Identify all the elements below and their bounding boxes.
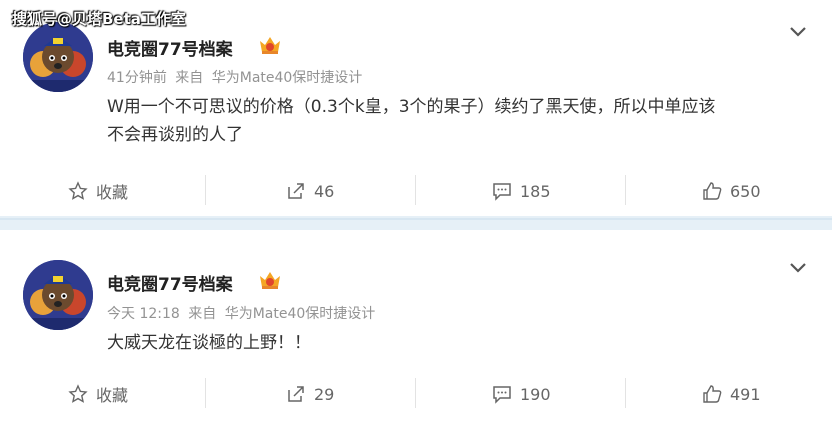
content-line: 大威天龙在谈極的上野！！ — [107, 333, 311, 353]
source-prefix: 来自 — [188, 306, 217, 322]
vip-crown-badge-icon[interactable] — [258, 270, 282, 290]
comment-count: 190 — [520, 384, 551, 404]
divider — [415, 175, 416, 205]
repost-count: 29 — [314, 384, 335, 404]
chevron-down-icon[interactable] — [788, 25, 808, 39]
repost-button[interactable]: 46 — [286, 171, 334, 211]
favorite-label: 收藏 — [96, 183, 129, 202]
divider — [205, 175, 206, 205]
favorite-button[interactable]: 收藏 — [68, 374, 128, 414]
post-source[interactable]: 华为Mate40保时捷设计 — [212, 70, 363, 86]
post-content: 大威天龙在谈極的上野！！ — [107, 329, 812, 357]
post-content: W用一个不可思议的价格（0.3个k皇，3个的果子）续约了黑天使，所以中单应该 不… — [107, 93, 812, 149]
like-count: 650 — [730, 181, 761, 201]
username[interactable]: 电竞圈77号档案 — [107, 270, 233, 295]
avatar[interactable] — [23, 22, 93, 92]
star-icon — [68, 384, 88, 403]
comment-icon — [493, 386, 511, 404]
divider — [205, 378, 206, 408]
like-count: 491 — [730, 384, 761, 404]
content-line: W用一个不可思议的价格（0.3个k皇，3个的果子）续约了黑天使，所以中单应该 — [107, 97, 716, 117]
post-time[interactable]: 41分钟前 — [107, 70, 167, 86]
divider — [625, 175, 626, 205]
post-divider — [0, 216, 832, 230]
like-button[interactable]: 650 — [702, 171, 761, 211]
post-source[interactable]: 华为Mate40保时捷设计 — [225, 306, 376, 322]
paw-patrol-avatar-icon — [23, 22, 93, 92]
vip-crown-badge-icon[interactable] — [258, 35, 282, 55]
action-bar: 收藏 46 185 650 — [0, 171, 832, 211]
avatar[interactable] — [23, 260, 93, 330]
divider — [415, 378, 416, 408]
action-bar: 收藏 29 190 491 — [0, 374, 832, 414]
username[interactable]: 电竞圈77号档案 — [107, 35, 233, 60]
post-meta: 今天 12:18 来自 华为Mate40保时捷设计 — [107, 303, 379, 323]
repost-count: 46 — [314, 181, 335, 201]
repost-button[interactable]: 29 — [286, 374, 334, 414]
paw-patrol-avatar-icon — [23, 260, 93, 330]
weibo-post: 电竞圈77号档案 41分钟前 来自 华为Mate40保时捷设计 W用一个不可思议… — [0, 0, 832, 216]
post-meta: 41分钟前 来自 华为Mate40保时捷设计 — [107, 67, 366, 87]
chevron-down-icon[interactable] — [788, 261, 808, 275]
share-icon — [288, 386, 304, 402]
favorite-button[interactable]: 收藏 — [68, 171, 128, 211]
comment-button[interactable]: 185 — [492, 171, 551, 211]
post-time[interactable]: 今天 12:18 — [107, 306, 180, 322]
comment-count: 185 — [520, 181, 551, 201]
content-line: 不会再谈别的人了 — [107, 125, 243, 145]
like-button[interactable]: 491 — [702, 374, 761, 414]
favorite-label: 收藏 — [96, 386, 129, 405]
share-icon — [288, 183, 304, 199]
star-icon — [68, 181, 88, 200]
thumbs-up-icon — [703, 182, 722, 200]
thumbs-up-icon — [703, 385, 722, 403]
source-prefix: 来自 — [175, 70, 204, 86]
comment-icon — [493, 183, 511, 201]
weibo-post: 电竞圈77号档案 今天 12:18 来自 华为Mate40保时捷设计 大威天龙在… — [0, 230, 832, 425]
watermark: 搜狐号@贝塔Beta工作室 — [12, 10, 186, 28]
divider — [625, 378, 626, 408]
comment-button[interactable]: 190 — [492, 374, 551, 414]
